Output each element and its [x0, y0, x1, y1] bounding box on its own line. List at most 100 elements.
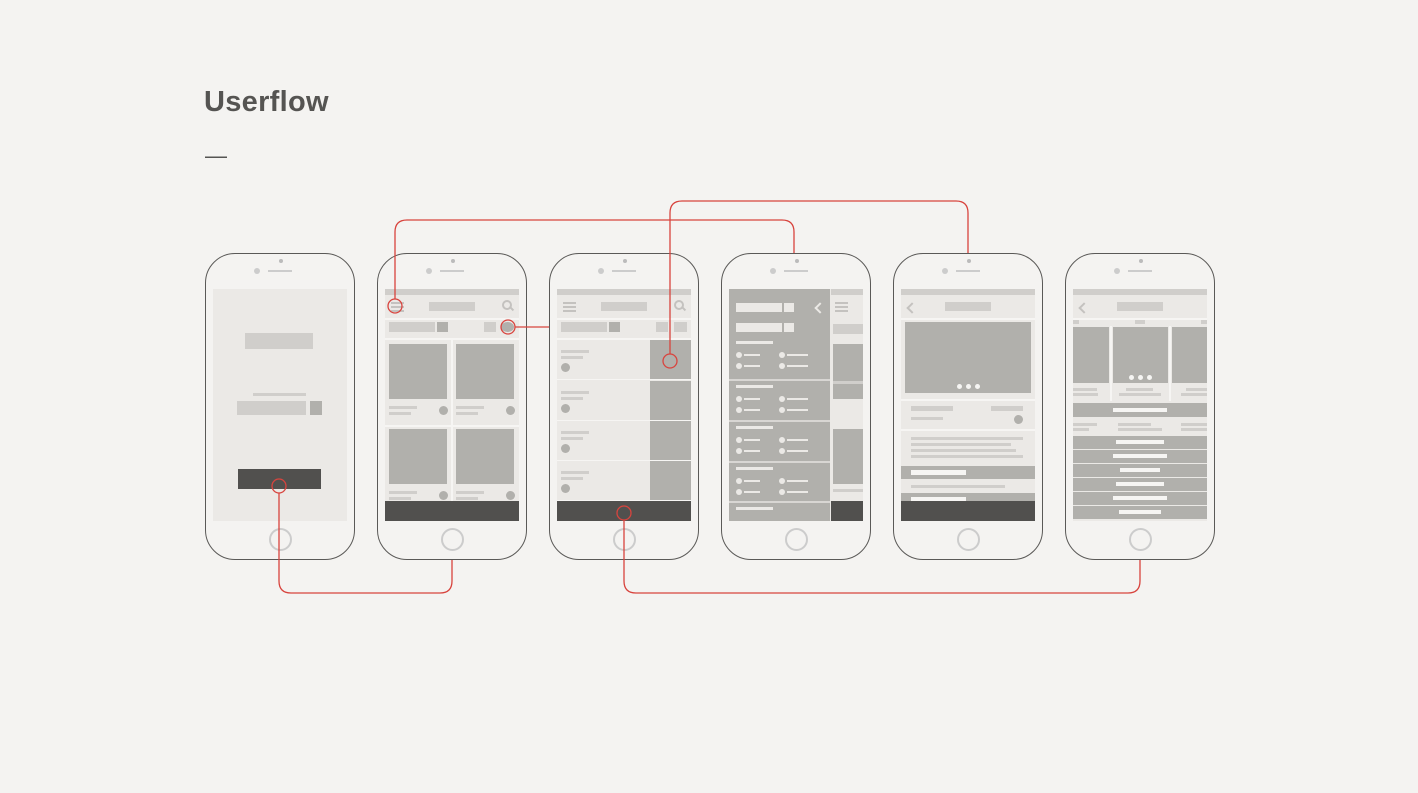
drawer-field-action[interactable]	[784, 303, 794, 312]
sort-button[interactable]	[656, 322, 668, 332]
radio-option[interactable]	[736, 352, 742, 358]
radio-option[interactable]	[736, 363, 742, 369]
input-action[interactable]	[310, 401, 322, 415]
home-button[interactable]	[441, 528, 464, 551]
list-divider	[557, 379, 691, 380]
phone-filter-drawer	[721, 253, 871, 560]
radio-option[interactable]	[736, 396, 742, 402]
radio-option[interactable]	[779, 352, 785, 358]
bottom-bar[interactable]	[831, 501, 863, 521]
home-button[interactable]	[269, 528, 292, 551]
filter-button[interactable]	[437, 322, 448, 332]
favorite-button[interactable]	[561, 444, 570, 453]
radio-option[interactable]	[779, 478, 785, 484]
radio-option[interactable]	[779, 448, 785, 454]
option-image[interactable]	[1073, 327, 1109, 383]
cart-bar[interactable]	[557, 501, 691, 521]
bottom-bar[interactable]	[385, 501, 519, 521]
column-tab	[1073, 320, 1079, 324]
favorite-button[interactable]	[561, 484, 570, 493]
home-button[interactable]	[1129, 528, 1152, 551]
option-label	[744, 365, 760, 367]
product-name	[561, 431, 589, 434]
product-image[interactable]	[389, 344, 447, 399]
phone-speaker	[440, 270, 464, 272]
filter-field-bg	[833, 324, 863, 334]
login-button[interactable]	[238, 469, 321, 489]
option-label	[787, 354, 808, 356]
option-label	[744, 491, 760, 493]
add-to-cart-bar[interactable]	[901, 501, 1035, 521]
hamburger-line	[835, 302, 848, 304]
phone-camera	[598, 268, 604, 274]
drawer-field[interactable]	[736, 303, 782, 312]
filter-field[interactable]	[561, 322, 607, 332]
hamburger-line	[563, 306, 576, 308]
favorite-button[interactable]	[439, 491, 448, 500]
hamburger-menu-icon[interactable]	[391, 302, 404, 312]
filter-field[interactable]	[389, 322, 435, 332]
description-line	[911, 437, 1023, 440]
carousel-dot	[1147, 375, 1152, 380]
radio-option[interactable]	[779, 363, 785, 369]
radio-option[interactable]	[779, 489, 785, 495]
hamburger-menu-icon[interactable]	[835, 302, 848, 312]
radio-option[interactable]	[736, 448, 742, 454]
hamburger-line	[563, 302, 576, 304]
radio-option[interactable]	[779, 407, 785, 413]
radio-option[interactable]	[736, 478, 742, 484]
search-icon[interactable]	[674, 300, 687, 312]
product-image[interactable]	[389, 429, 447, 484]
product-price	[561, 397, 583, 400]
phone-sensor	[795, 259, 799, 263]
chevron-left-icon[interactable]	[906, 302, 918, 314]
radio-option[interactable]	[736, 407, 742, 413]
search-icon[interactable]	[502, 300, 515, 312]
grid-divider-h	[385, 425, 519, 427]
favorite-button[interactable]	[439, 406, 448, 415]
option-label	[787, 398, 808, 400]
option-image[interactable]	[1172, 327, 1207, 383]
drawer-field[interactable]	[736, 323, 782, 332]
home-button[interactable]	[957, 528, 980, 551]
phone-sensor	[279, 259, 283, 263]
favorite-button[interactable]	[561, 404, 570, 413]
product-carousel[interactable]	[905, 322, 1031, 393]
radio-option[interactable]	[736, 437, 742, 443]
chevron-left-icon[interactable]	[1078, 302, 1090, 314]
radio-option[interactable]	[779, 396, 785, 402]
screen-product-detail	[901, 289, 1035, 521]
option-name	[1073, 388, 1097, 391]
column-tab	[1135, 320, 1145, 324]
view-toggle[interactable]	[674, 322, 687, 332]
carousel-dot	[975, 384, 980, 389]
phone-sensor	[623, 259, 627, 263]
input-field[interactable]	[237, 401, 306, 415]
product-image[interactable]	[456, 429, 514, 484]
radio-option[interactable]	[736, 489, 742, 495]
radio-option[interactable]	[779, 437, 785, 443]
option-label	[744, 354, 760, 356]
drawer-field-action[interactable]	[784, 323, 794, 332]
favorite-button[interactable]	[561, 363, 570, 372]
section-label	[736, 385, 773, 388]
favorite-button[interactable]	[506, 406, 515, 415]
filter-button[interactable]	[609, 322, 620, 332]
view-toggle[interactable]	[501, 322, 514, 332]
grid-divider-v	[451, 340, 453, 501]
favorite-button[interactable]	[1014, 415, 1023, 424]
product-image[interactable]	[456, 344, 514, 399]
option-name	[1126, 388, 1153, 391]
home-button[interactable]	[613, 528, 636, 551]
hamburger-menu-icon[interactable]	[563, 302, 576, 312]
sort-button[interactable]	[484, 322, 496, 332]
home-button[interactable]	[785, 528, 808, 551]
button-label	[1120, 468, 1160, 472]
hamburger-line	[391, 306, 404, 308]
header-divider	[901, 318, 1035, 320]
product-price	[389, 412, 411, 415]
field-label	[253, 393, 306, 396]
product-name	[456, 491, 484, 494]
favorite-button[interactable]	[506, 491, 515, 500]
description-line	[911, 449, 1016, 452]
